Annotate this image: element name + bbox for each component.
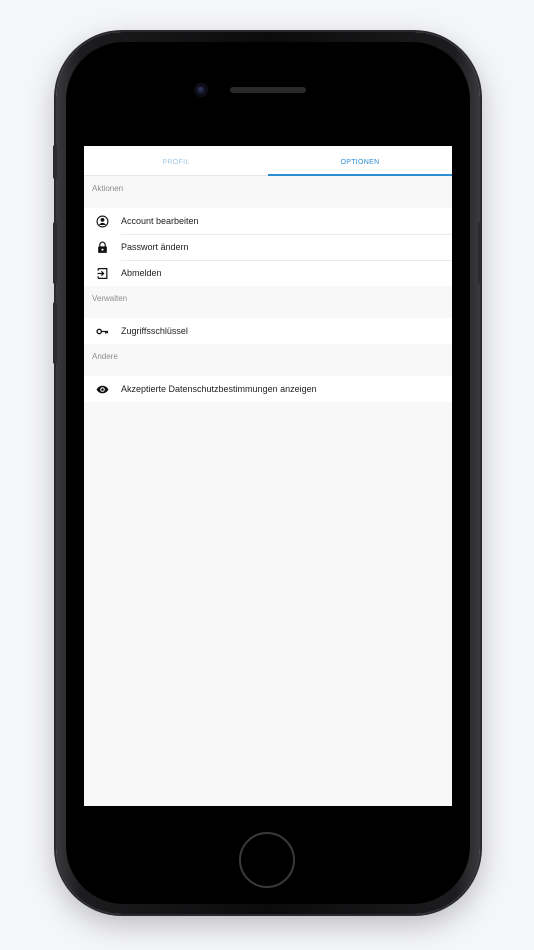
menu-item-label: Account bearbeiten (121, 216, 199, 226)
menu-item-label: Akzeptierte Datenschutzbestimmungen anze… (121, 384, 317, 394)
logout-icon (84, 267, 121, 280)
volume-up-button (53, 222, 57, 284)
menu-item-label: Zugriffsschlüssel (121, 326, 188, 336)
key-icon (84, 325, 121, 338)
tab-profil[interactable]: PROFIL (84, 146, 268, 175)
menu-item-label: Passwort ändern (121, 242, 189, 252)
active-tab-indicator (268, 174, 452, 176)
menu-item-passwort-aendern[interactable]: Passwort ändern (84, 234, 452, 260)
power-button (478, 222, 482, 284)
home-button[interactable] (239, 832, 295, 888)
lock-icon (84, 241, 121, 254)
section-header-verwalten: Verwalten (92, 294, 128, 303)
front-camera (194, 83, 208, 97)
mute-switch (53, 145, 57, 179)
menu-item-label: Abmelden (121, 268, 162, 278)
app-screen: PROFIL OPTIONEN Aktionen Account bearbei… (84, 146, 452, 806)
tab-optionen[interactable]: OPTIONEN (268, 146, 452, 175)
section-header-aktionen: Aktionen (92, 184, 124, 193)
menu-item-abmelden[interactable]: Abmelden (84, 260, 452, 286)
account-circle-icon (84, 215, 121, 228)
earpiece-speaker (230, 87, 306, 93)
volume-down-button (53, 302, 57, 364)
tab-bar: PROFIL OPTIONEN (84, 146, 452, 176)
menu-item-account-bearbeiten[interactable]: Account bearbeiten (84, 208, 452, 234)
menu-item-zugriffsschluessel[interactable]: Zugriffsschlüssel (84, 318, 452, 344)
menu-item-datenschutz-anzeigen[interactable]: Akzeptierte Datenschutzbestimmungen anze… (84, 376, 452, 402)
eye-icon (84, 383, 121, 396)
section-header-andere: Andere (92, 352, 118, 361)
